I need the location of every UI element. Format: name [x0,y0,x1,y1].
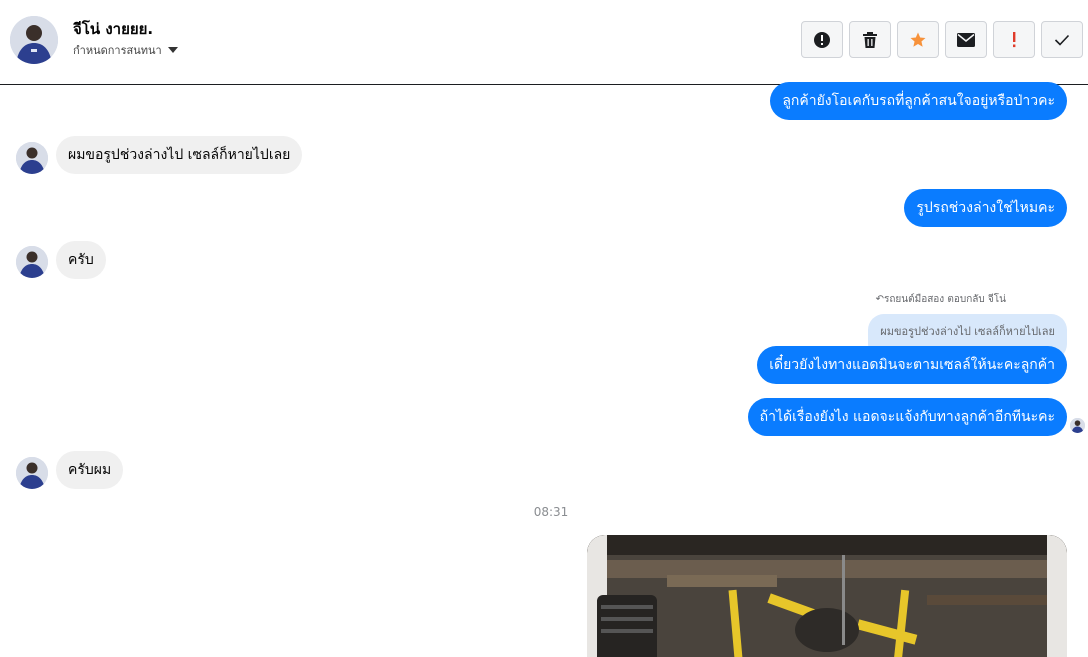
message-bubble[interactable]: ครับผม [56,451,124,489]
reply-arrow-icon: ↶ [875,294,884,305]
done-button[interactable] [1041,21,1083,58]
trash-icon [863,31,877,48]
message-bubble[interactable]: ครับ [56,241,106,279]
sender-avatar[interactable] [16,246,48,278]
sender-avatar[interactable] [16,457,48,489]
check-icon [1054,34,1070,46]
message-bubble[interactable]: ผมขอรูปช่วงล่างไป เซลล์ก็หายไปเลย [56,136,303,174]
conversation-settings-dropdown[interactable]: กำหนดการสนทนา [73,41,178,59]
undercarriage-photo [587,535,1067,657]
conversation-settings-label: กำหนดการสนทนา [73,44,162,57]
alert-circle-icon [814,31,830,48]
reply-context-text: รถยนต์มือสอง ตอบกลับ จีโน่ [883,294,1006,305]
contact-avatar[interactable] [10,16,58,64]
message-incoming: ครับ [56,241,106,279]
message-outgoing: รูปรถช่วงล่างใช่ไหมคะ [904,189,1067,227]
delete-button[interactable] [849,21,891,58]
message-incoming: ผมขอรูปช่วงล่างไป เซลล์ก็หายไปเลย [56,136,303,174]
message-timestamp: 08:31 [533,505,569,519]
reply-context: ↶รถยนต์มือสอง ตอบกลับ จีโน่ [876,292,1006,307]
exclamation-icon [1013,31,1016,47]
star-button[interactable] [897,21,939,58]
spam-button[interactable] [801,21,843,58]
mark-unread-button[interactable] [945,21,987,58]
important-button[interactable] [993,21,1035,58]
star-icon [910,32,926,47]
caret-down-icon [167,47,178,53]
sender-avatar[interactable] [16,142,48,174]
message-photo[interactable] [587,535,1067,657]
message-incoming: ครับผม [56,451,124,489]
conversation-header: จีโน่ งายยย. กำหนดการสนทนา [0,0,1088,85]
message-bubble[interactable]: ลูกค้ายังโอเคกับรถที่ลูกค้าสนใจอยู่หรือป… [770,82,1067,120]
message-bubble[interactable]: เดี๋ยวยังไงทางแอดมินจะตามเซลล์ให้นะคะลูก… [757,346,1067,384]
message-outgoing: เดี๋ยวยังไงทางแอดมินจะตามเซลล์ให้นะคะลูก… [757,346,1067,384]
contact-name[interactable]: จีโน่ งายยย. [73,17,153,41]
envelope-icon [957,32,975,47]
header-actions [801,21,1083,58]
message-outgoing: ลูกค้ายังโอเคกับรถที่ลูกค้าสนใจอยู่หรือป… [770,82,1067,120]
message-bubble[interactable]: ถ้าได้เรื่องยังไง แอดจะแจ้งกับทางลูกค้าอ… [747,398,1067,436]
message-bubble[interactable]: รูปรถช่วงล่างใช่ไหมคะ [904,189,1067,227]
message-outgoing: ถ้าได้เรื่องยังไง แอดจะแจ้งกับทางลูกค้าอ… [747,398,1067,436]
seen-indicator-avatar [1070,418,1085,433]
